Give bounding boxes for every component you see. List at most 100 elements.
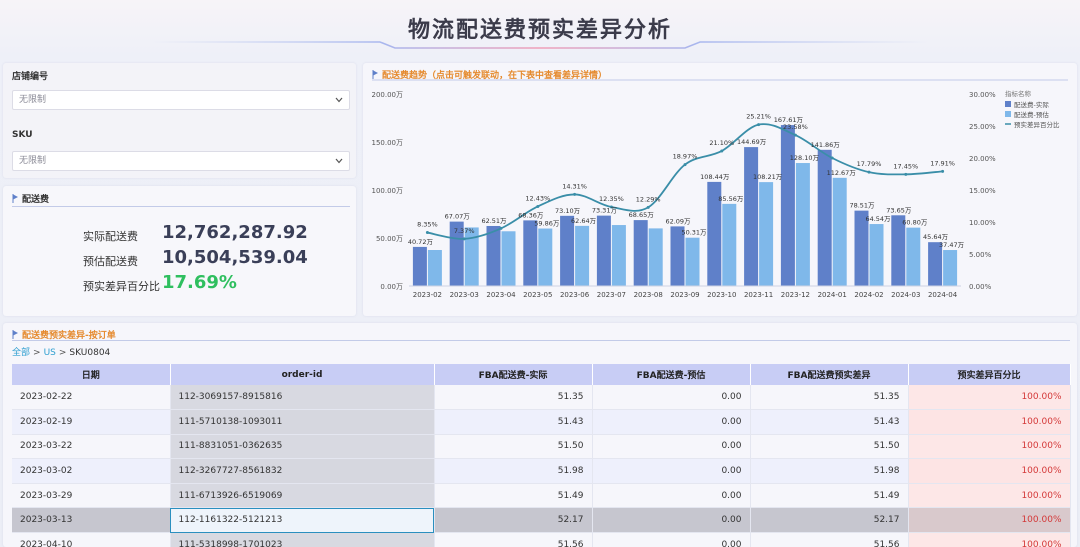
store-select-value: 无限制 — [19, 95, 47, 105]
data-label-actual: 73.10万 — [555, 207, 581, 215]
column-header-actual[interactable]: FBA配送费-实际 — [434, 364, 593, 385]
point-diff-pct[interactable] — [646, 205, 650, 209]
data-label-actual: 40.72万 — [408, 238, 434, 246]
data-label-estimate: 112.67万 — [827, 169, 857, 177]
x-axis-tick-label: 2023-08 — [634, 291, 663, 299]
point-diff-pct[interactable] — [536, 204, 540, 208]
point-diff-pct[interactable] — [462, 237, 466, 241]
bar-actual[interactable] — [744, 147, 759, 286]
cell-diff: 51.35 — [750, 385, 909, 411]
bar-actual[interactable] — [780, 125, 795, 287]
bar-estimate[interactable] — [685, 237, 700, 286]
x-axis-tick-label: 2023-11 — [744, 291, 773, 299]
cell-date: 2023-02-19 — [12, 409, 171, 435]
legend-item[interactable]: 预实差异百分比 — [1014, 120, 1060, 129]
bar-estimate[interactable] — [795, 163, 810, 286]
cell-diff-pct: 100.00% — [908, 458, 1071, 484]
order-table: 日期 order-id FBA配送费-实际 FBA配送费-预估 FBA配送费预实… — [12, 364, 1071, 547]
column-header-diff-pct[interactable]: 预实差异百分比 — [908, 364, 1071, 385]
x-axis-tick-label: 2024-04 — [928, 291, 958, 299]
x-axis-tick-label: 2023-12 — [781, 291, 810, 299]
bar-estimate[interactable] — [648, 228, 663, 286]
x-axis-tick-label: 2023-09 — [670, 291, 699, 299]
breadcrumb-country[interactable]: US — [44, 348, 56, 358]
flag-icon — [12, 330, 18, 339]
cell-diff: 51.50 — [750, 434, 909, 460]
point-diff-pct[interactable] — [793, 133, 797, 137]
table-row[interactable]: 2023-03-29 111-6713926-6519069 51.49 0.00 51… — [12, 483, 1071, 509]
data-label-estimate: 62.64万 — [571, 217, 597, 225]
legend-item[interactable]: 配送费-实际 — [1014, 100, 1049, 109]
column-header-order-id[interactable]: order-id — [170, 364, 435, 385]
table-row[interactable]: 2023-02-22 112-3069157-8915816 51.35 0.00 51… — [12, 385, 1071, 411]
cell-actual: 51.43 — [434, 409, 593, 435]
y-axis-right-tick-label: 20.00% — [969, 155, 996, 163]
cell-order-id: 111-5710138-1093011 — [170, 409, 435, 435]
bar-actual[interactable] — [412, 246, 427, 286]
point-diff-pct[interactable] — [573, 192, 577, 196]
bar-actual[interactable] — [560, 215, 575, 286]
cell-estimate: 0.00 — [592, 434, 751, 460]
bar-actual[interactable] — [486, 225, 501, 286]
sku-select[interactable]: 无限制 — [12, 151, 350, 171]
table-row[interactable]: 2023-03-13 112-1161322-5121213 52.17 0.00 52… — [12, 507, 1071, 534]
breadcrumb-separator: > — [33, 348, 41, 358]
bar-actual[interactable] — [523, 220, 538, 286]
data-label-actual: 68.36万 — [518, 211, 544, 219]
cell-actual: 51.49 — [434, 483, 593, 509]
cell-diff: 51.43 — [750, 409, 909, 435]
chart-panel: 配送费趋势（点击可触发联动，在下表中查看差异详情） 40.72万 67.07万 62… — [363, 63, 1077, 316]
cell-order-id: 111-8831051-0362635 — [170, 434, 435, 460]
bar-estimate[interactable] — [427, 250, 442, 286]
divider — [12, 206, 350, 207]
point-diff-pct[interactable] — [867, 170, 871, 174]
point-diff-pct[interactable] — [720, 149, 724, 153]
cell-order-id: 112-3267727-8561832 — [170, 458, 435, 484]
bar-estimate[interactable] — [611, 225, 626, 286]
table-row[interactable]: 2023-04-10 111-5318998-1701023 51.56 0.00 51… — [12, 532, 1071, 547]
column-header-estimate[interactable]: FBA配送费-预估 — [592, 364, 751, 385]
point-diff-pct[interactable] — [425, 231, 429, 235]
store-select[interactable]: 无限制 — [12, 90, 350, 110]
breadcrumb-all[interactable]: 全部 — [12, 348, 30, 358]
point-diff-pct[interactable] — [757, 123, 761, 127]
point-diff-pct[interactable] — [904, 172, 908, 176]
data-label-diff-pct: 8.35% — [417, 221, 438, 229]
cell-diff-pct: 100.00% — [908, 532, 1071, 547]
breadcrumb-separator: > — [58, 348, 67, 358]
bar-actual[interactable] — [633, 220, 648, 286]
bar-estimate[interactable] — [759, 182, 774, 286]
bar-estimate[interactable] — [906, 227, 921, 286]
point-diff-pct[interactable] — [499, 226, 503, 230]
bar-estimate[interactable] — [501, 231, 516, 286]
table-row[interactable]: 2023-03-22 111-8831051-0362635 51.50 0.00 51… — [12, 434, 1071, 460]
page-header: 物流配送费预实差异分析 — [0, 0, 1080, 56]
cell-estimate: 0.00 — [592, 507, 751, 534]
x-axis-tick-label: 2024-01 — [818, 291, 847, 299]
bar-estimate[interactable] — [869, 224, 884, 286]
y-axis-right-tick-label: 0.00% — [969, 283, 992, 291]
data-label-actual: 68.65万 — [629, 211, 655, 219]
table-row[interactable]: 2023-03-02 112-3267727-8561832 51.98 0.00 51… — [12, 458, 1071, 484]
data-label-diff-pct: 25.21% — [746, 113, 771, 121]
flag-icon — [12, 194, 18, 203]
bar-estimate[interactable] — [943, 250, 958, 286]
bar-actual[interactable] — [596, 215, 611, 286]
legend-item[interactable]: 配送费-预估 — [1014, 110, 1049, 119]
bar-estimate[interactable] — [538, 228, 553, 286]
x-axis-tick-label: 2024-02 — [854, 291, 883, 299]
bar-estimate[interactable] — [722, 203, 737, 286]
data-label-diff-pct: 21.10% — [709, 139, 734, 147]
column-header-diff[interactable]: FBA配送费预实差异 — [750, 364, 909, 385]
y-axis-left-tick-label: 200.00万 — [372, 91, 404, 99]
trend-chart[interactable]: 40.72万 67.07万 62.51万 68.36万59.86万 73.10万 62.6… — [363, 63, 1077, 316]
bar-estimate[interactable] — [575, 225, 590, 286]
point-diff-pct[interactable] — [830, 156, 834, 160]
point-diff-pct[interactable] — [683, 163, 687, 167]
x-axis-tick-label: 2023-05 — [523, 291, 552, 299]
table-row[interactable]: 2023-02-19 111-5710138-1093011 51.43 0.00 51… — [12, 409, 1071, 435]
column-header-date[interactable]: 日期 — [12, 364, 171, 385]
bar-estimate[interactable] — [832, 177, 847, 286]
breadcrumb: 全部 > US > SKU0804 — [12, 345, 110, 358]
point-diff-pct[interactable] — [941, 169, 945, 173]
